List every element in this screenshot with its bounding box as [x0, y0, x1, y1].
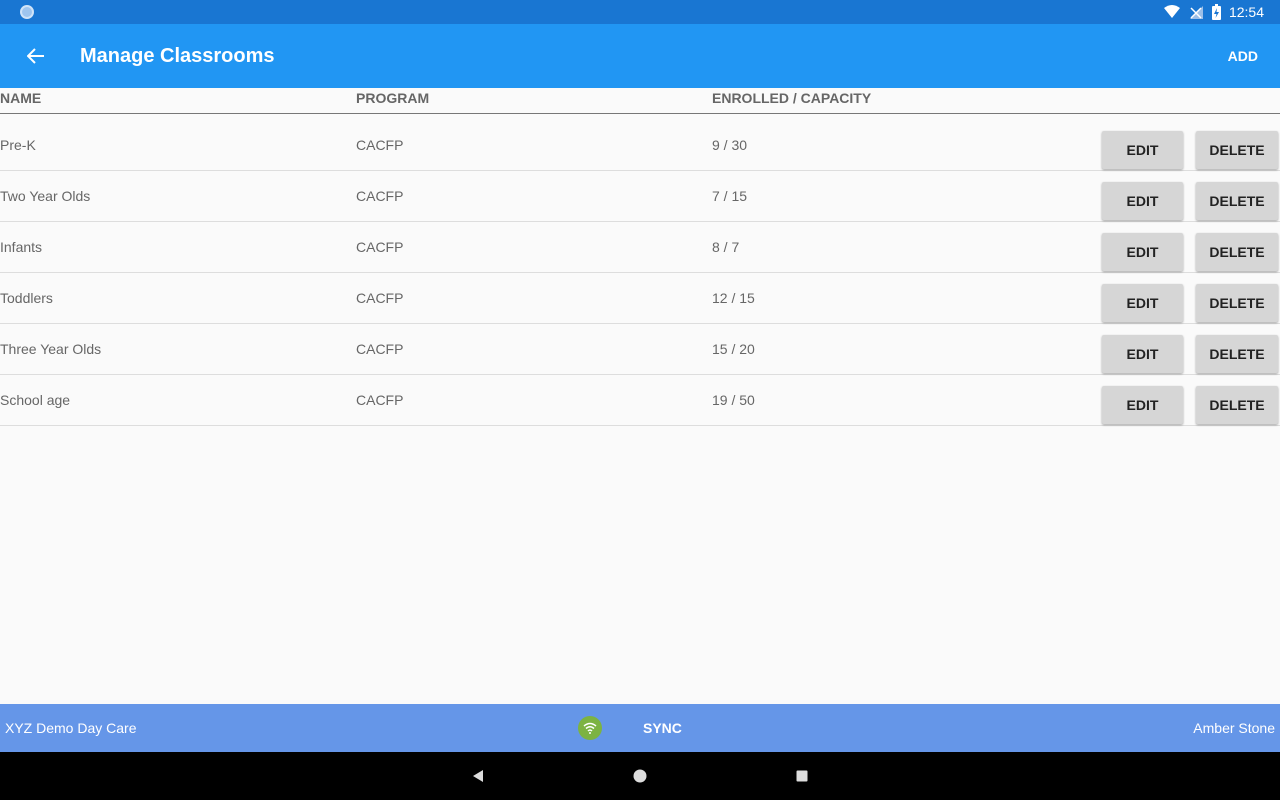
classroom-enrolled: 19 / 50 [712, 392, 755, 408]
edit-button[interactable]: EDIT [1102, 233, 1183, 271]
classroom-name: Infants [0, 239, 43, 255]
header-program: PROGRAM [356, 90, 430, 106]
classroom-program: CACFP [356, 290, 404, 306]
classroom-program: CACFP [356, 239, 404, 255]
nav-home-icon[interactable] [628, 764, 652, 788]
edit-button[interactable]: EDIT [1102, 182, 1183, 220]
delete-button[interactable]: DELETE [1196, 233, 1278, 271]
classroom-enrolled: 7 / 15 [712, 188, 748, 204]
classroom-name: Two Year Olds [0, 188, 91, 204]
nav-recents-icon[interactable] [790, 764, 814, 788]
classroom-program: CACFP [356, 341, 404, 357]
system-nav-bar [0, 752, 1280, 800]
delete-button[interactable]: DELETE [1196, 335, 1278, 373]
table-row: Infants CACFP 8 / 7 EDIT DELETE [0, 222, 1280, 273]
edit-button[interactable]: EDIT [1102, 386, 1183, 424]
notification-icon [20, 5, 34, 19]
battery-icon [1211, 4, 1221, 20]
delete-button[interactable]: DELETE [1196, 386, 1278, 424]
page-title: Manage Classrooms [80, 45, 275, 67]
wifi-icon [1163, 5, 1180, 19]
back-arrow-icon [27, 48, 44, 64]
table-row: Two Year Olds CACFP 7 / 15 EDIT DELETE [0, 171, 1280, 222]
classroom-enrolled: 12 / 15 [712, 290, 755, 306]
classroom-name: Three Year Olds [0, 341, 102, 357]
delete-button[interactable]: DELETE [1196, 182, 1278, 220]
classroom-program: CACFP [356, 137, 404, 153]
wifi-badge-icon [578, 716, 602, 740]
header-enrolled-capacity: ENROLLED / CAPACITY [712, 90, 872, 106]
status-indicators: 12:54 [1163, 0, 1264, 24]
classroom-program: CACFP [356, 188, 404, 204]
delete-button[interactable]: DELETE [1196, 284, 1278, 322]
classroom-name: Toddlers [0, 290, 53, 306]
clock: 12:54 [1228, 4, 1264, 20]
status-bar: 12:54 [0, 0, 1280, 24]
table-row: Three Year Olds CACFP 15 / 20 EDIT DELET… [0, 324, 1280, 375]
user-name: Amber Stone [1193, 720, 1275, 736]
classroom-program: CACFP [356, 392, 404, 408]
delete-button[interactable]: DELETE [1196, 131, 1278, 169]
nav-back-icon[interactable] [466, 764, 490, 788]
signal-icon [1188, 4, 1204, 20]
organization-name: XYZ Demo Day Care [5, 720, 137, 736]
table-row: School age CACFP 19 / 50 EDIT DELETE [0, 375, 1280, 426]
add-button[interactable]: ADD [1228, 24, 1258, 88]
sync-button[interactable]: SYNC [643, 704, 682, 752]
edit-button[interactable]: EDIT [1102, 131, 1183, 169]
back-button[interactable] [18, 38, 54, 74]
header-name: NAME [0, 90, 42, 106]
table-row: Pre-K CACFP 9 / 30 EDIT DELETE [0, 120, 1280, 171]
classroom-name: Pre-K [0, 137, 36, 153]
classroom-enrolled: 8 / 7 [712, 239, 740, 255]
classroom-name: School age [0, 392, 71, 408]
edit-button[interactable]: EDIT [1102, 335, 1183, 373]
classroom-enrolled: 15 / 20 [712, 341, 755, 357]
bottom-bar: XYZ Demo Day Care SYNC Amber Stone [0, 704, 1280, 752]
edit-button[interactable]: EDIT [1102, 284, 1183, 322]
table-header: NAME PROGRAM ENROLLED / CAPACITY [0, 88, 1280, 114]
table-row: Toddlers CACFP 12 / 15 EDIT DELETE [0, 273, 1280, 324]
classroom-enrolled: 9 / 30 [712, 137, 748, 153]
app-bar: Manage Classrooms ADD [0, 24, 1280, 88]
classrooms-table: NAME PROGRAM ENROLLED / CAPACITY Pre-K C… [0, 88, 1280, 426]
